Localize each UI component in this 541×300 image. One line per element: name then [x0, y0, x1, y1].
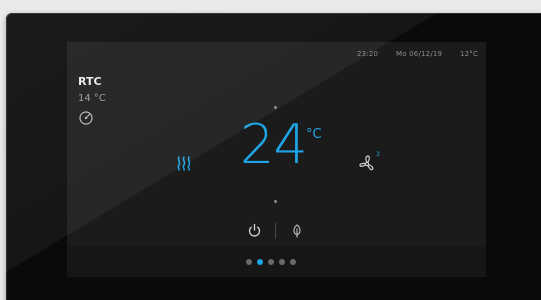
stage: 23:20 Mo 06/12/19 12°C RTC 14 °C 24 °C 3 [0, 0, 541, 300]
status-date: Mo 06/12/19 [396, 50, 443, 58]
page-indicator [246, 259, 296, 265]
decrease-dot[interactable] [274, 200, 277, 203]
leaf-icon[interactable] [290, 223, 304, 238]
fan-icon[interactable] [356, 153, 378, 173]
page-dot-1[interactable] [246, 259, 252, 265]
page-dot-5[interactable] [290, 259, 296, 265]
room-current-temp: 14 °C [78, 93, 106, 104]
heat-waves-icon[interactable] [175, 154, 193, 172]
page-dot-2-active[interactable] [257, 259, 263, 265]
power-icon[interactable] [247, 223, 262, 238]
status-outdoor-temp: 12°C [460, 50, 479, 58]
page-dot-4[interactable] [279, 259, 285, 265]
status-time: 23:20 [357, 50, 379, 58]
dial-icon[interactable] [78, 110, 94, 126]
increase-dot[interactable] [274, 106, 277, 109]
setpoint-unit: °C [306, 127, 322, 142]
setpoint-temperature[interactable]: 24 [240, 118, 308, 172]
controls-divider [275, 223, 276, 239]
fan-level: 3 [376, 151, 380, 158]
room-name: RTC [78, 75, 102, 88]
page-dot-3[interactable] [268, 259, 274, 265]
